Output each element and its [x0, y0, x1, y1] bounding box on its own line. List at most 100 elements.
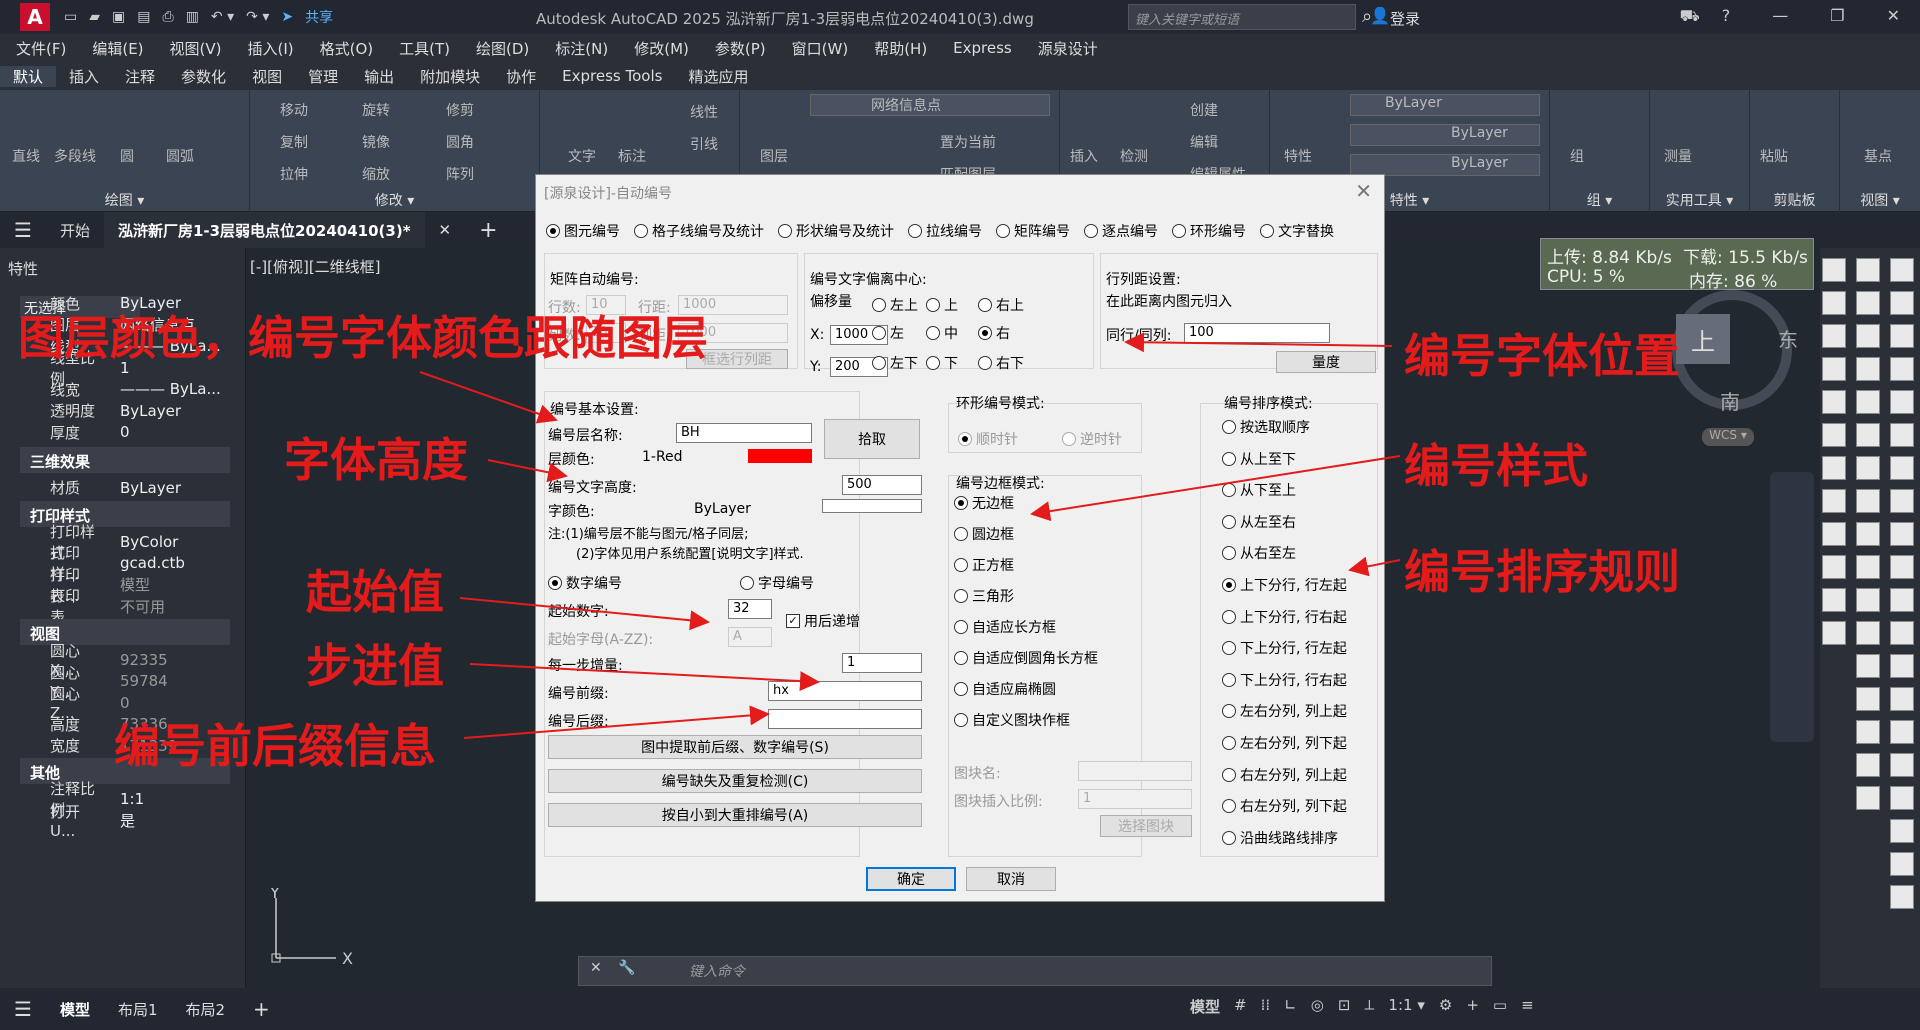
search-input[interactable]: 键入关键字或短语 — [1128, 4, 1356, 30]
frame-radio[interactable]: 自适应倒圆角长方框 — [954, 648, 1098, 668]
toolbar-tool-icon[interactable] — [1822, 357, 1846, 381]
toolbar-tool-icon[interactable] — [1822, 522, 1846, 546]
measure-button[interactable]: 量度 — [1276, 351, 1376, 373]
toolbar-tool-icon[interactable] — [1856, 753, 1880, 777]
command-settings-icon[interactable]: 🔧 — [618, 960, 635, 976]
menu-item[interactable]: 插入(I) — [248, 38, 294, 59]
toolbar-tool-icon[interactable] — [1856, 456, 1880, 480]
toolbar-tool-icon[interactable] — [1856, 720, 1880, 744]
fillet-tool[interactable]: 圆角 — [446, 132, 474, 152]
mode-radio[interactable]: 逐点编号 — [1084, 221, 1158, 241]
order-radio[interactable]: 下上分行, 行右起 — [1222, 670, 1347, 690]
compass-east[interactable]: 东 — [1778, 324, 1798, 353]
order-radio[interactable]: 按选取顺序 — [1222, 417, 1310, 437]
toolbar-tool-icon[interactable] — [1890, 522, 1914, 546]
scale-tool[interactable]: 缩放 — [362, 164, 390, 184]
toolbar-tool-icon[interactable] — [1856, 357, 1880, 381]
color-dropdown[interactable]: ByLayer — [1350, 94, 1540, 116]
property-value[interactable]: 是 — [120, 810, 135, 831]
suffix-input[interactable] — [768, 709, 922, 729]
viewport-controls[interactable]: [-][俯视][二维线框] — [250, 256, 381, 277]
order-radio[interactable]: 从右至左 — [1222, 543, 1296, 563]
order-radio[interactable]: 右左分列, 列上起 — [1222, 765, 1347, 785]
toolbar-tool-icon[interactable] — [1856, 390, 1880, 414]
ribbon-tab[interactable]: Express Tools — [549, 67, 675, 85]
set-current-button[interactable]: 置为当前 — [940, 132, 996, 152]
toolbar-tool-icon[interactable] — [1822, 555, 1846, 579]
mode-radio[interactable]: 图元编号 — [546, 221, 620, 241]
autocad-logo-icon[interactable]: A — [20, 3, 50, 31]
order-radio[interactable]: 上下分行, 行右起 — [1222, 607, 1347, 627]
minimize-icon[interactable]: — — [1772, 6, 1788, 27]
numeric-mode-radio[interactable]: 数字编号 — [548, 573, 622, 593]
toolbar-tool-icon[interactable] — [1856, 687, 1880, 711]
toolbar-tool-icon[interactable] — [1856, 324, 1880, 348]
saveas-icon[interactable]: ▤ — [137, 9, 150, 25]
position-radio[interactable]: 左下 — [872, 353, 918, 373]
login-button[interactable]: 登录 — [1390, 8, 1420, 29]
property-row[interactable]: 厚度 0 — [20, 419, 230, 445]
extract-button[interactable]: 图中提取前后缀、数字编号(S) — [548, 735, 922, 759]
mode-radio[interactable]: 文字替换 — [1260, 221, 1334, 241]
scale-dropdown[interactable]: 1:1 ▾ — [1388, 996, 1424, 1017]
position-radio[interactable]: 左上 — [872, 295, 918, 315]
order-radio[interactable]: 沿曲线路线排序 — [1222, 828, 1338, 848]
dimension-tool[interactable]: 标注 — [618, 146, 646, 166]
restore-icon[interactable]: ❐ — [1830, 6, 1844, 27]
menu-item[interactable]: 源泉设计 — [1038, 38, 1098, 59]
frame-radio[interactable]: 圆边框 — [954, 524, 1014, 544]
toolbar-tool-icon[interactable] — [1890, 720, 1914, 744]
toolbar-tool-icon[interactable] — [1856, 654, 1880, 678]
toolbar-tool-icon[interactable] — [1856, 786, 1880, 810]
menu-item[interactable]: Express — [953, 39, 1012, 57]
toolbar-tool-icon[interactable] — [1856, 522, 1880, 546]
menu-item[interactable]: 标注(N) — [555, 38, 608, 59]
toolbar-tool-icon[interactable] — [1856, 258, 1880, 282]
close-tab-icon[interactable]: ✕ — [425, 212, 466, 248]
block-name-input[interactable] — [1078, 761, 1192, 781]
rotate-tool[interactable]: 旋转 — [362, 100, 390, 120]
command-close-icon[interactable]: ✕ — [590, 960, 602, 976]
toolbar-tool-icon[interactable] — [1890, 687, 1914, 711]
ribbon-tab[interactable]: 附加模块 — [407, 66, 493, 87]
ribbon-tab[interactable]: 插入 — [56, 66, 112, 87]
toolbar-tool-icon[interactable] — [1822, 390, 1846, 414]
polar-icon[interactable]: ◎ — [1311, 996, 1324, 1017]
compass-south[interactable]: 南 — [1720, 386, 1740, 415]
frame-radio[interactable]: 自适应扁椭圆 — [954, 679, 1056, 699]
property-value[interactable]: 模型 — [120, 574, 150, 595]
layer-tool[interactable]: 图层 — [760, 146, 788, 166]
alpha-mode-radio[interactable]: 字母编号 — [740, 573, 814, 593]
layer-name-input[interactable]: BH — [676, 423, 812, 443]
ortho-icon[interactable]: ∟ — [1284, 996, 1297, 1017]
text-tool[interactable]: 文字 — [568, 146, 596, 166]
polyline-tool[interactable]: 多段线 — [54, 146, 96, 166]
order-radio[interactable]: 左右分列, 列下起 — [1222, 733, 1347, 753]
tab-model[interactable]: 模型 — [46, 999, 104, 1020]
mode-radio[interactable]: 环形编号 — [1172, 221, 1246, 241]
insert-block-button[interactable]: 插入 — [1070, 146, 1098, 166]
property-row[interactable]: 打开 U... 是 — [20, 803, 230, 840]
menu-item[interactable]: 格式(O) — [320, 38, 374, 59]
property-row[interactable]: 材质 ByLayer — [20, 475, 230, 501]
new-icon[interactable]: ▭ — [64, 9, 77, 25]
ribbon-tab[interactable]: 输出 — [351, 66, 407, 87]
order-radio[interactable]: 下上分行, 行左起 — [1222, 638, 1347, 658]
property-value[interactable]: ByLayer — [120, 479, 181, 497]
position-radio[interactable]: 中 — [926, 323, 958, 343]
start-alpha-input[interactable]: A — [728, 627, 772, 647]
tab-layout2[interactable]: 布局2 — [172, 999, 240, 1020]
increment-after-checkbox[interactable]: ✓ 用后递增 — [786, 611, 860, 631]
toolbar-tool-icon[interactable] — [1890, 588, 1914, 612]
close-icon[interactable]: ✕ — [1887, 6, 1900, 27]
menu-item[interactable]: 工具(T) — [399, 38, 450, 59]
frame-radio[interactable]: 自定义图块作框 — [954, 710, 1070, 730]
menu-item[interactable]: 绘图(D) — [476, 38, 529, 59]
property-row[interactable]: 打印表... 不可用 — [20, 587, 230, 626]
leader-tool[interactable]: 引线 — [690, 134, 718, 154]
command-input[interactable]: 键入命令 — [578, 956, 1492, 986]
wcs-dropdown[interactable]: WCS ▾ — [1702, 428, 1754, 446]
property-value[interactable]: 1:1 — [120, 790, 144, 808]
clockwise-radio[interactable]: 顺时针 — [958, 429, 1018, 449]
fullscreen-icon[interactable]: ▭ — [1493, 996, 1507, 1017]
